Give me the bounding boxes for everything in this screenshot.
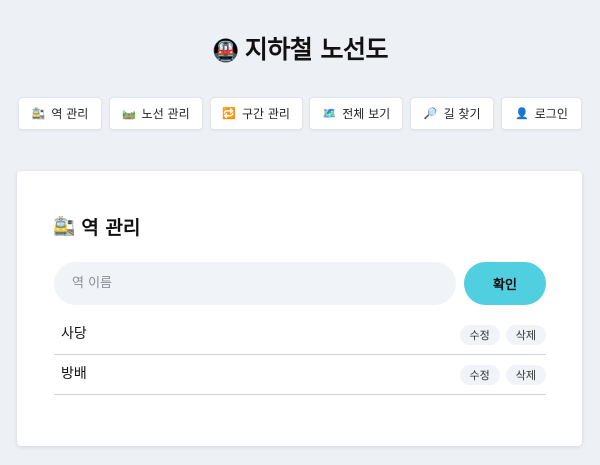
map-icon: 🗺️	[322, 107, 337, 120]
nav-login-button[interactable]: 👤 로그인	[500, 97, 582, 130]
edit-button[interactable]: 수정	[459, 364, 500, 385]
nav-map-button[interactable]: 🗺️ 전체 보기	[309, 97, 404, 130]
nav-station-button[interactable]: 🚉 역 관리	[18, 97, 102, 130]
station-management-card: 🚉 역 관리 확인 사당 수정 삭제 방배 수정 삭제	[17, 171, 582, 446]
list-item: 사당 수정 삭제	[54, 315, 546, 355]
repeat-icon: 🔁	[222, 107, 236, 120]
nav-line-button[interactable]: 🛤️ 노선 관리	[108, 97, 203, 130]
station-name: 방배	[61, 365, 87, 382]
nav-label: 역 관리	[51, 107, 89, 121]
nav-label: 전체 보기	[342, 107, 391, 121]
delete-button[interactable]: 삭제	[505, 364, 546, 385]
nav-label: 노선 관리	[141, 107, 190, 121]
nav-label: 로그인	[534, 107, 568, 121]
edit-button[interactable]: 수정	[459, 324, 500, 345]
station-icon: 🚉	[53, 216, 76, 237]
app-title-text: 지하철 노선도	[244, 35, 389, 64]
station-list: 사당 수정 삭제 방배 수정 삭제	[54, 315, 546, 395]
nav-section-button[interactable]: 🔁 구간 관리	[209, 97, 303, 130]
row-actions: 수정 삭제	[459, 364, 546, 385]
row-actions: 수정 삭제	[459, 324, 546, 345]
railway-track-icon: 🛤️	[121, 107, 136, 120]
station-name-input[interactable]	[54, 262, 456, 305]
nav-label: 길 찾기	[443, 107, 481, 121]
nav-label: 구간 관리	[241, 107, 290, 121]
station-icon: 🚉	[31, 107, 46, 120]
list-item: 방배 수정 삭제	[54, 355, 546, 395]
page-title-text: 역 관리	[81, 217, 141, 239]
subway-train-icon: 🚇	[211, 39, 239, 64]
magnifier-icon: 🔎	[423, 107, 438, 120]
app-title: 🚇 지하철 노선도	[0, 30, 600, 66]
confirm-button[interactable]: 확인	[464, 262, 546, 305]
delete-button[interactable]: 삭제	[505, 324, 546, 345]
main-nav: 🚉 역 관리 🛤️ 노선 관리 🔁 구간 관리 🗺️ 전체 보기 🔎 길 찾기 …	[18, 97, 582, 130]
user-icon: 👤	[515, 107, 529, 120]
nav-path-button[interactable]: 🔎 길 찾기	[410, 97, 495, 130]
page-title: 🚉 역 관리	[53, 213, 140, 240]
station-name: 사당	[61, 325, 87, 342]
